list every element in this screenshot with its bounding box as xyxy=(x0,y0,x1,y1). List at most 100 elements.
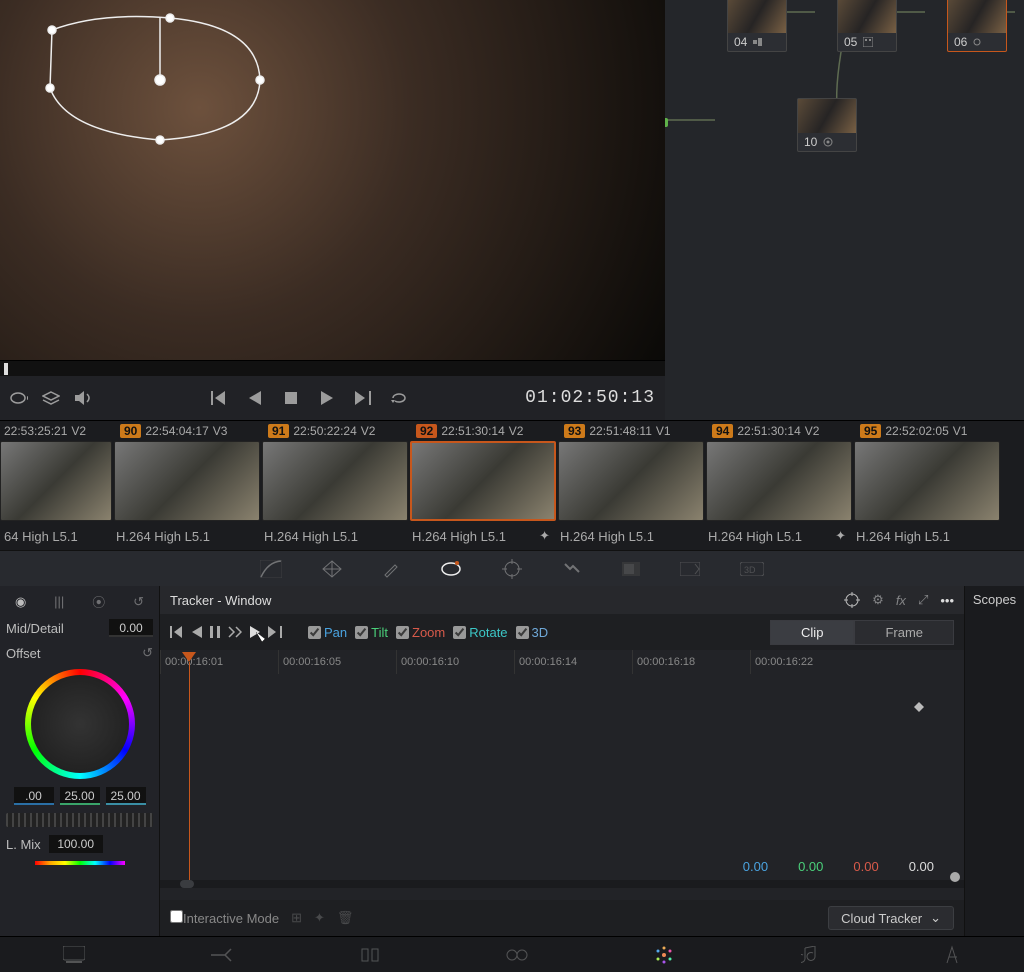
next-clip-icon[interactable] xyxy=(354,389,372,407)
cut-page-icon[interactable] xyxy=(211,947,233,963)
media-page-icon[interactable] xyxy=(63,946,85,964)
clip-thumbnail[interactable] xyxy=(114,441,260,521)
timecode-display[interactable]: 01:02:50:13 xyxy=(525,388,655,408)
clip-thumbnail[interactable] xyxy=(854,441,1000,521)
codec-label: H.264 High L5.1 xyxy=(412,529,506,544)
tracker-palette-icon[interactable] xyxy=(502,559,522,579)
lmix-label: L. Mix xyxy=(6,837,41,852)
clip-tc: 22:50:22:24 xyxy=(293,424,356,438)
ruler-tick: 00:00:16:05 xyxy=(278,650,396,674)
clip-thumbnail-selected[interactable] xyxy=(410,441,556,521)
warper-palette-icon[interactable] xyxy=(322,560,342,578)
stabilizer-palette-icon[interactable] xyxy=(562,561,582,577)
graph-scrollbar-h[interactable] xyxy=(160,880,964,888)
track-oneframe-icon[interactable] xyxy=(228,626,242,638)
value-input[interactable]: 25.00 xyxy=(106,787,146,805)
track-last-icon[interactable] xyxy=(268,626,282,638)
window-palette-icon[interactable] xyxy=(440,561,462,577)
window-shape-menu-icon[interactable] xyxy=(10,389,28,407)
node-graph[interactable]: 04 05 06 10 xyxy=(665,0,1024,420)
insert-point-icon[interactable]: ⊞ xyxy=(291,910,302,926)
fx-icon[interactable]: fx xyxy=(896,593,906,608)
3d-checkbox[interactable]: 3D xyxy=(516,625,549,640)
zoom-icon[interactable]: ⦿ xyxy=(92,592,105,611)
frame-mode-button[interactable]: Frame xyxy=(854,620,954,645)
clip-track: V2 xyxy=(509,424,524,438)
node[interactable]: 04 xyxy=(727,0,787,52)
clip-track: V1 xyxy=(953,424,968,438)
playhead[interactable] xyxy=(182,652,196,662)
clip-index-badge: 93 xyxy=(564,424,585,438)
viewer-scrubber[interactable] xyxy=(0,360,665,376)
clip-mode-button[interactable]: Clip xyxy=(770,620,854,645)
mode-value[interactable]: 0.00 xyxy=(109,619,153,637)
curves-palette-icon[interactable] xyxy=(260,560,282,578)
interactive-mode-checkbox[interactable]: Interactive Mode xyxy=(170,910,279,926)
node[interactable]: 10 xyxy=(797,98,857,152)
clip-thumbnail[interactable] xyxy=(262,441,408,521)
speaker-icon[interactable] xyxy=(74,389,92,407)
clip-track: V3 xyxy=(213,424,228,438)
layers-icon[interactable] xyxy=(42,389,60,407)
edit-page-icon[interactable] xyxy=(360,947,380,963)
key-palette-icon[interactable] xyxy=(680,562,700,576)
blur-palette-icon[interactable] xyxy=(622,562,640,576)
clip-thumbnail[interactable] xyxy=(706,441,852,521)
viewer-canvas[interactable] xyxy=(0,0,665,360)
clip-thumbnail[interactable] xyxy=(0,441,112,521)
bars-mode-icon[interactable]: ||| xyxy=(54,594,64,609)
node[interactable]: 05 xyxy=(837,0,897,52)
fusion-page-icon[interactable] xyxy=(506,947,528,963)
track-forward-icon[interactable] xyxy=(250,626,260,638)
tracker-type-select[interactable]: Cloud Tracker⌄ xyxy=(828,906,954,930)
rotate-checkbox[interactable]: Rotate xyxy=(453,625,507,640)
value-input[interactable]: .00 xyxy=(14,787,54,805)
zoom-checkbox[interactable]: Zoom xyxy=(396,625,445,640)
lmix-value[interactable]: 100.00 xyxy=(49,835,103,853)
codec-label: H.264 High L5.1 xyxy=(856,529,950,544)
pan-checkbox[interactable]: Pan xyxy=(308,625,347,640)
track-first-icon[interactable] xyxy=(170,626,184,638)
tracker-options-icon[interactable]: ⚙ xyxy=(872,592,884,608)
clip-tc: 22:54:04:17 xyxy=(145,424,208,438)
remove-point-icon[interactable]: ✦ xyxy=(314,910,325,926)
value-input[interactable]: 25.00 xyxy=(60,787,100,805)
tilt-checkbox[interactable]: Tilt xyxy=(355,625,388,640)
node-input-port[interactable] xyxy=(665,118,668,127)
qualifier-palette-icon[interactable] xyxy=(382,560,400,578)
wheels-mode-icon[interactable]: ◉ xyxy=(15,594,26,610)
delete-track-icon[interactable]: 🗑 xyxy=(337,910,354,926)
clip-tc: 22:51:48:11 xyxy=(589,424,652,438)
reset-offset-icon[interactable]: ↺ xyxy=(142,645,153,661)
tracker-graph[interactable]: 00:00:16:01 00:00:16:05 00:00:16:10 00:0… xyxy=(160,650,964,900)
3d-palette-icon[interactable]: 3D xyxy=(740,562,764,576)
color-page-icon[interactable] xyxy=(654,945,674,965)
jog-wheel[interactable] xyxy=(6,813,153,827)
prev-clip-icon[interactable] xyxy=(210,389,228,407)
ruler-tick: 00:00:16:10 xyxy=(396,650,514,674)
more-menu-icon[interactable]: ••• xyxy=(940,593,954,608)
deliver-page-icon[interactable] xyxy=(943,945,961,965)
fairlight-page-icon[interactable] xyxy=(801,946,817,964)
svg-text:3D: 3D xyxy=(744,565,756,575)
track-pause-icon[interactable] xyxy=(210,626,220,638)
clip-tc: 22:51:30:14 xyxy=(441,424,504,438)
expand-icon[interactable]: ⤢ xyxy=(918,592,928,608)
reset-icon[interactable]: ↺ xyxy=(133,594,144,610)
scopes-panel-label[interactable]: Scopes xyxy=(964,586,1024,936)
lmix-slider[interactable] xyxy=(35,861,125,865)
node-label: 04 xyxy=(734,35,747,49)
tracker-target-icon[interactable] xyxy=(844,592,860,608)
color-wheel[interactable] xyxy=(25,669,135,779)
clip-index-badge: 92 xyxy=(416,424,437,438)
stop-icon[interactable] xyxy=(282,389,300,407)
mode-label: Mid/Detail xyxy=(6,621,64,636)
track-reverse-icon[interactable] xyxy=(192,626,202,638)
loop-icon[interactable] xyxy=(390,389,408,407)
play-icon[interactable] xyxy=(318,389,336,407)
reverse-play-icon[interactable] xyxy=(246,389,264,407)
graph-scale-slider[interactable] xyxy=(946,650,964,900)
remote-grade-icon: ✦ xyxy=(835,528,846,544)
clip-thumbnail[interactable] xyxy=(558,441,704,521)
node-selected[interactable]: 06 xyxy=(947,0,1007,52)
